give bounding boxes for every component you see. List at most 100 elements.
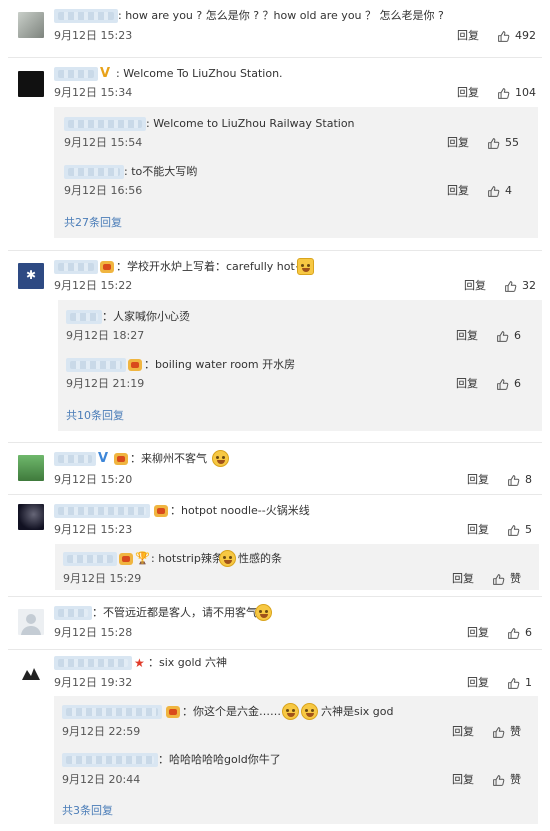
username[interactable] <box>66 310 102 324</box>
like-button[interactable]: 赞 <box>492 572 521 586</box>
like-button[interactable]: 赞 <box>492 773 521 787</box>
avatar[interactable] <box>18 12 44 38</box>
reply-button[interactable]: 回复 <box>467 473 489 487</box>
reply-button[interactable]: 回复 <box>452 572 474 586</box>
username[interactable] <box>64 165 124 179</box>
reply-text: ：boiling water room 开水房 <box>144 358 296 371</box>
like-count: 104 <box>515 86 536 99</box>
reply-button[interactable]: 回复 <box>452 725 474 739</box>
reply-text: : to不能大写哟 <box>124 165 198 178</box>
reply-button[interactable]: 回复 <box>467 676 489 690</box>
like-button[interactable]: 4 <box>487 184 512 198</box>
username[interactable] <box>54 260 98 274</box>
username[interactable] <box>54 656 132 670</box>
username[interactable] <box>54 67 98 81</box>
comment-text: ：不管远近都是客人，请不用客气 <box>92 606 257 619</box>
timestamp: 9月12日 22:59 <box>62 725 141 738</box>
timestamp: 9月12日 15:28 <box>54 626 133 639</box>
avatar[interactable]: ✱ <box>18 263 44 289</box>
default-avatar-icon <box>21 614 41 635</box>
thumb-up-icon <box>487 137 500 150</box>
like-count: 8 <box>525 473 532 486</box>
vip-badge-icon <box>154 505 168 517</box>
timestamp: 9月12日 15:54 <box>64 136 143 149</box>
comment-text: ：hotpot noodle--火锅米线 <box>170 504 310 517</box>
more-replies-link[interactable]: 共3条回复 <box>62 804 113 818</box>
like-button[interactable]: 6 <box>496 329 521 343</box>
thumb-up-icon <box>496 378 509 391</box>
reply-text: ：人家喊你小心烫 <box>102 310 190 323</box>
like-button[interactable]: 6 <box>507 626 532 640</box>
more-replies-link[interactable]: 共10条回复 <box>66 409 124 423</box>
thumb-up-icon <box>497 30 510 43</box>
username[interactable] <box>54 504 150 518</box>
like-button[interactable]: 104 <box>497 86 536 100</box>
comment-text: ：six gold 六神 <box>148 656 228 669</box>
avatar[interactable] <box>18 504 44 530</box>
timestamp: 9月12日 20:44 <box>62 773 141 786</box>
reply-button[interactable]: 回复 <box>457 29 479 43</box>
like-button[interactable]: 6 <box>496 377 521 391</box>
reply-text: 六神是six god <box>321 705 394 718</box>
laughing-tears-emoji-icon <box>212 450 229 467</box>
more-replies-link[interactable]: 共27条回复 <box>64 216 122 230</box>
like-count: 6 <box>514 377 521 390</box>
timestamp: 9月12日 18:27 <box>66 329 145 342</box>
username[interactable] <box>54 9 118 23</box>
like-button[interactable]: 55 <box>487 136 519 150</box>
thumb-up-icon <box>507 677 520 690</box>
username[interactable] <box>63 552 117 566</box>
like-button[interactable]: 赞 <box>492 725 521 739</box>
comment-text: ：学校开水炉上写着：carefully hot~ <box>116 260 305 273</box>
reply-button[interactable]: 回复 <box>467 626 489 640</box>
comment-text: : Welcome To LiuZhou Station. <box>116 67 283 80</box>
like-button[interactable]: 1 <box>507 676 532 690</box>
username[interactable] <box>62 705 162 719</box>
comment: ：不管远近都是客人，请不用客气 9月12日 15:28 回复 6 <box>0 596 550 649</box>
username[interactable] <box>54 606 92 620</box>
reply-button[interactable]: 回复 <box>456 377 478 391</box>
username[interactable] <box>62 753 158 767</box>
like-count: 5 <box>525 523 532 536</box>
reply-button[interactable]: 回复 <box>467 523 489 537</box>
reply-list: ：你这个是六金…… 六神是six god 9月12日 22:59 回复 赞 ：哈… <box>54 696 538 824</box>
avatar[interactable] <box>18 609 44 635</box>
avatar[interactable] <box>18 455 44 481</box>
avatar[interactable] <box>18 660 44 686</box>
like-count: 赞 <box>510 725 521 738</box>
thumb-up-icon <box>487 185 500 198</box>
timestamp: 9月12日 16:56 <box>64 184 143 197</box>
reply-button[interactable]: 回复 <box>447 136 469 150</box>
like-button[interactable]: 32 <box>504 279 536 293</box>
reply-button[interactable]: 回复 <box>457 86 479 100</box>
like-count: 55 <box>505 136 519 149</box>
like-button[interactable]: 8 <box>507 473 532 487</box>
reply-list: 🏆 : hotstrip辣条 性感的条 9月12日 15:29 回复 赞 <box>55 544 539 590</box>
like-button[interactable]: 492 <box>497 29 536 43</box>
vip-badge-icon <box>128 359 142 371</box>
reply-list: : Welcome to LiuZhou Railway Station 9月1… <box>54 107 538 238</box>
thumb-up-icon <box>497 87 510 100</box>
reply-text: ：你这个是六金…… <box>182 705 281 718</box>
timestamp: 9月12日 15:23 <box>54 29 133 42</box>
verified-v-icon: V <box>100 66 111 81</box>
reply-button[interactable]: 回复 <box>452 773 474 787</box>
vip-badge-icon <box>100 261 114 273</box>
username[interactable] <box>66 358 126 372</box>
thumb-up-icon <box>492 774 505 787</box>
reply-text: 性感的条 <box>238 552 282 565</box>
avatar[interactable] <box>18 71 44 97</box>
crying-emoji-icon <box>255 604 272 621</box>
like-button[interactable]: 5 <box>507 523 532 537</box>
timestamp: 9月12日 15:34 <box>54 86 133 99</box>
reply-button[interactable]: 回复 <box>456 329 478 343</box>
reply-button[interactable]: 回复 <box>447 184 469 198</box>
comment: ★ ：six gold 六神 9月12日 19:32 回复 1 ：你这个是六金…… <box>0 649 550 831</box>
comment-text: : how are you ? 怎么是你 ? ？how old are you … <box>118 9 444 22</box>
thumb-up-icon <box>492 726 505 739</box>
thumb-up-icon <box>507 627 520 640</box>
reply-text: ：哈哈哈哈哈gold你牛了 <box>158 753 281 766</box>
username[interactable] <box>64 117 146 131</box>
username[interactable] <box>54 452 96 466</box>
reply-button[interactable]: 回复 <box>464 279 486 293</box>
